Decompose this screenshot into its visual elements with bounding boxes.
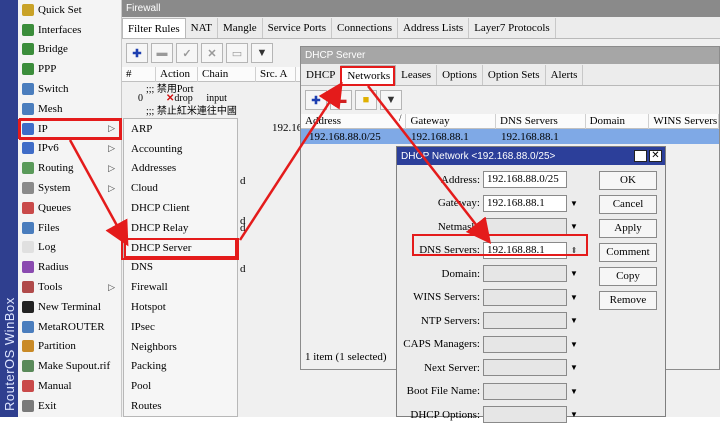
annotation-arrows bbox=[68, 81, 492, 247]
